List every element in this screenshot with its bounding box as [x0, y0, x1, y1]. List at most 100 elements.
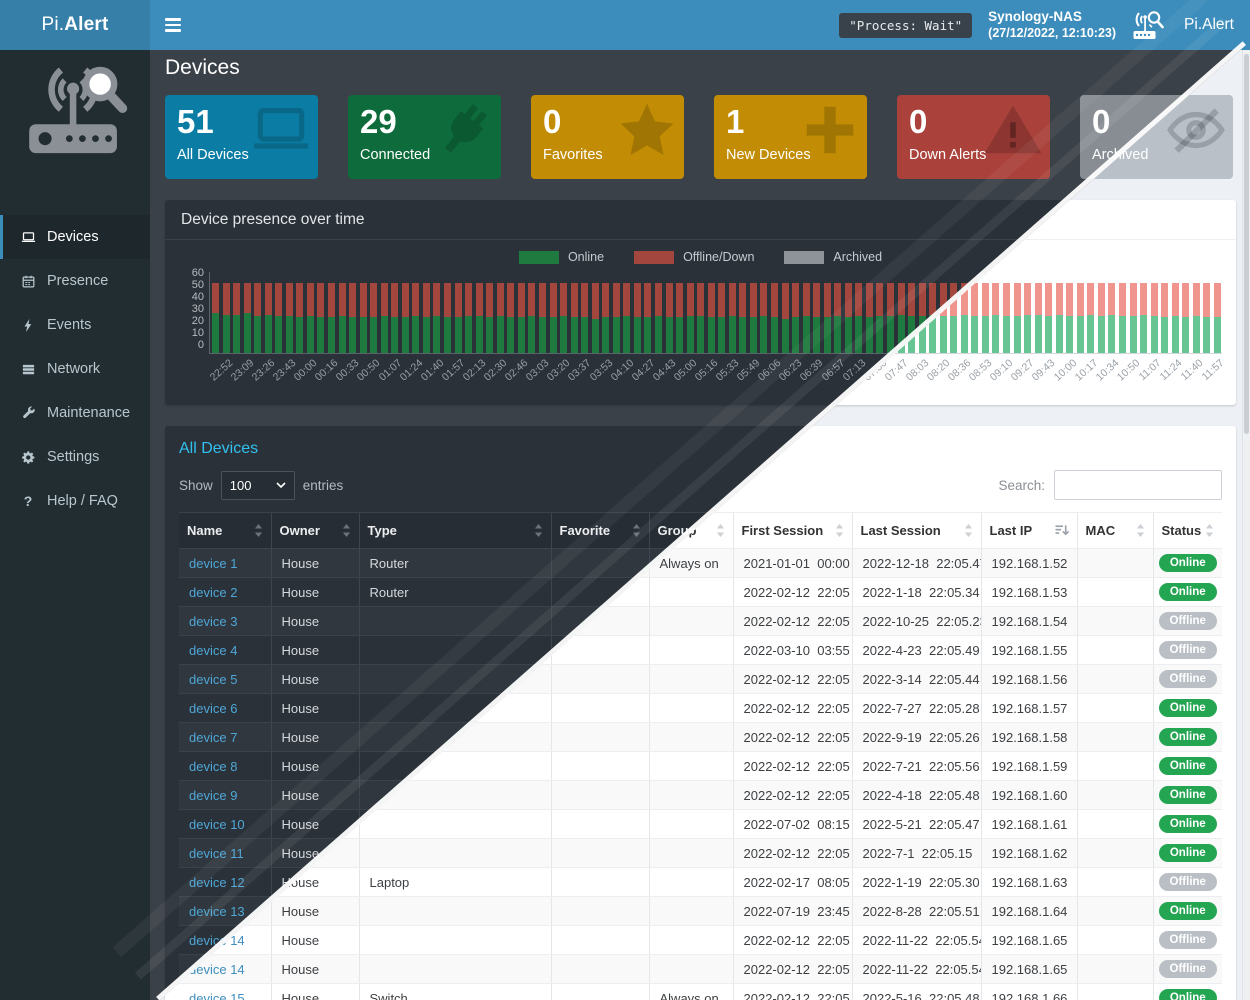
device-link[interactable]: device 15 — [189, 991, 245, 1000]
offline-segment — [233, 283, 240, 315]
sidebar-item-presence[interactable]: Presence — [0, 259, 150, 303]
x-axis-tick: 10:50 — [1116, 354, 1137, 398]
search-input[interactable] — [1054, 470, 1222, 500]
sidebar-item-help-faq[interactable]: ?Help / FAQ — [0, 479, 150, 523]
device-link[interactable]: device 12 — [189, 875, 245, 890]
x-axis-tick: 11:07 — [1137, 354, 1158, 398]
x-axis-tick: 08:36 — [947, 354, 968, 398]
column-header-first-session[interactable]: First Session — [733, 513, 852, 549]
sidebar-item-devices[interactable]: Devices — [0, 215, 150, 259]
sort-icon[interactable] — [342, 524, 351, 537]
summary-box-down-alerts[interactable]: 0Down Alerts — [897, 95, 1050, 179]
device-link[interactable]: device 6 — [189, 701, 237, 716]
summary-box-connected[interactable]: 29Connected — [348, 95, 501, 179]
cell-last-ip: 192.168.1.66 — [981, 984, 1077, 1000]
summary-box-favorites[interactable]: 0Favorites — [531, 95, 684, 179]
presence-bar — [244, 283, 251, 353]
cell-owner: House — [271, 578, 359, 607]
cell-mac — [1077, 578, 1153, 607]
device-link[interactable]: device 2 — [189, 585, 237, 600]
offline-segment — [486, 283, 493, 317]
legend-item-archived: Archived — [784, 250, 882, 264]
sort-icon[interactable] — [632, 524, 641, 537]
online-segment — [212, 313, 219, 353]
cell-name: device 9 — [179, 781, 271, 810]
x-axis-tick: 05:16 — [694, 354, 715, 398]
status-badge: Online — [1159, 554, 1217, 572]
column-header-owner[interactable]: Owner — [271, 513, 359, 549]
device-link[interactable]: device 10 — [189, 817, 245, 832]
sort-icon[interactable] — [254, 524, 263, 537]
device-link[interactable]: device 1 — [189, 556, 237, 571]
scrollbar-thumb[interactable] — [1244, 54, 1249, 434]
x-axis-tick: 04:10 — [610, 354, 631, 398]
sidebar-item-settings[interactable]: Settings — [0, 435, 150, 479]
sort-desc-icon[interactable] — [1055, 524, 1069, 537]
offline-segment — [1203, 283, 1210, 317]
page-length-select[interactable]: 100 — [221, 471, 295, 500]
x-axis-tick: 08:03 — [905, 354, 926, 398]
offline-segment — [444, 283, 451, 317]
column-header-mac[interactable]: MAC — [1077, 513, 1153, 549]
cell-status: Online — [1153, 694, 1222, 723]
sort-icon[interactable] — [1136, 524, 1145, 537]
sort-icon[interactable] — [964, 524, 973, 537]
column-header-name[interactable]: Name — [179, 513, 271, 549]
column-header-status[interactable]: Status — [1153, 513, 1222, 549]
cell-last-ip: 192.168.1.58 — [981, 723, 1077, 752]
sort-icon[interactable] — [1205, 524, 1214, 537]
presence-bar — [1087, 283, 1094, 353]
column-header-last-session[interactable]: Last Session — [852, 513, 981, 549]
offline-segment — [286, 283, 293, 316]
cell-type: Switch — [359, 984, 551, 1000]
cell-status: Online — [1153, 839, 1222, 868]
offline-segment — [275, 283, 282, 316]
device-link[interactable]: device 11 — [189, 846, 244, 861]
sidebar-item-maintenance[interactable]: Maintenance — [0, 391, 150, 435]
offline-segment — [866, 283, 873, 317]
sidebar-toggle-button[interactable] — [150, 0, 196, 50]
device-link[interactable]: device 13 — [189, 904, 245, 919]
navbar-brand[interactable]: Pi.Alert — [0, 0, 150, 50]
device-link[interactable]: device 3 — [189, 614, 237, 629]
sort-icon[interactable] — [716, 524, 725, 537]
device-link[interactable]: device 5 — [189, 672, 237, 687]
online-segment — [1119, 316, 1126, 353]
offline-segment — [1098, 283, 1105, 316]
offline-segment — [328, 283, 335, 317]
column-header-favorite[interactable]: Favorite — [551, 513, 649, 549]
offline-segment — [455, 283, 462, 317]
offline-segment — [887, 283, 894, 316]
summary-box-all-devices[interactable]: 51All Devices — [165, 95, 318, 179]
online-segment — [866, 317, 873, 353]
summary-box-new-devices[interactable]: 1New Devices — [714, 95, 867, 179]
sort-icon[interactable] — [534, 524, 543, 537]
sort-icon[interactable] — [835, 524, 844, 537]
status-badge: Online — [1159, 757, 1217, 775]
column-header-last-ip[interactable]: Last IP — [981, 513, 1077, 549]
warning-icon — [982, 99, 1044, 161]
offline-segment — [212, 283, 219, 313]
sidebar-item-network[interactable]: Network — [0, 347, 150, 391]
offline-segment — [644, 283, 651, 317]
cell-owner: House — [271, 752, 359, 781]
sidebar-item-events[interactable]: Events — [0, 303, 150, 347]
sidebar-item-label: Maintenance — [47, 405, 130, 421]
page-scrollbar[interactable] — [1242, 50, 1250, 1000]
device-link[interactable]: device 8 — [189, 759, 237, 774]
column-header-type[interactable]: Type — [359, 513, 551, 549]
cell-owner: House — [271, 665, 359, 694]
device-link[interactable]: device 7 — [189, 730, 237, 745]
device-link[interactable]: device 9 — [189, 788, 237, 803]
presence-bar — [1066, 283, 1073, 353]
column-header-label: MAC — [1086, 523, 1116, 538]
presence-bar — [750, 283, 757, 353]
device-link[interactable]: device 4 — [189, 643, 237, 658]
presence-bar — [718, 283, 725, 353]
online-segment — [760, 316, 767, 353]
cell-name: device 7 — [179, 723, 271, 752]
legend-item-online: Online — [519, 250, 604, 264]
offline-segment — [697, 283, 704, 316]
presence-bar — [1003, 283, 1010, 353]
x-axis-tick: 23:43 — [272, 354, 293, 398]
